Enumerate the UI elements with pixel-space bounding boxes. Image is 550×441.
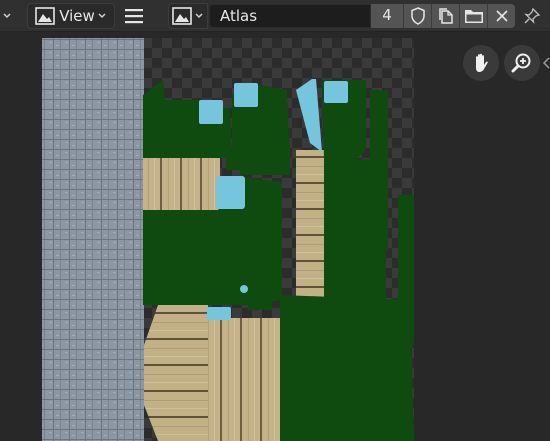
open-image-button[interactable] (459, 4, 487, 28)
editor-type-dropdown[interactable] (0, 3, 18, 29)
image-icon (35, 7, 55, 25)
chevron-down-icon (3, 13, 11, 19)
image-icon (172, 7, 192, 25)
hamburger-icon (125, 9, 143, 24)
zoom-in-icon (511, 53, 531, 73)
hand-icon (476, 53, 488, 72)
pin-button[interactable] (518, 3, 546, 29)
pan-view-button[interactable] (463, 45, 499, 81)
chevron-down-icon (195, 13, 203, 19)
sidebar-toggle-arrow[interactable] (542, 55, 550, 71)
chevron-left-icon (542, 57, 550, 69)
new-image-button[interactable] (431, 4, 459, 28)
users-count[interactable]: 4 (371, 4, 403, 28)
folder-icon (464, 10, 483, 23)
view-menu-label: View (59, 7, 95, 25)
unlink-image-button[interactable] (487, 4, 515, 28)
image-name-field[interactable]: Atlas (209, 4, 371, 28)
duplicate-icon (438, 8, 453, 24)
browse-image-dropdown[interactable] (168, 3, 208, 29)
chevron-down-icon (98, 13, 106, 19)
shield-icon (410, 7, 425, 25)
pin-icon (524, 7, 541, 24)
fake-user-button[interactable] (403, 4, 431, 28)
view-menu[interactable]: View (27, 3, 115, 29)
menu-button[interactable] (121, 3, 147, 29)
close-icon (495, 10, 508, 22)
image-editor-header: View Atlas 4 (0, 0, 550, 32)
zoom-view-button[interactable] (504, 45, 540, 81)
transparency-checkerboard (42, 38, 414, 441)
